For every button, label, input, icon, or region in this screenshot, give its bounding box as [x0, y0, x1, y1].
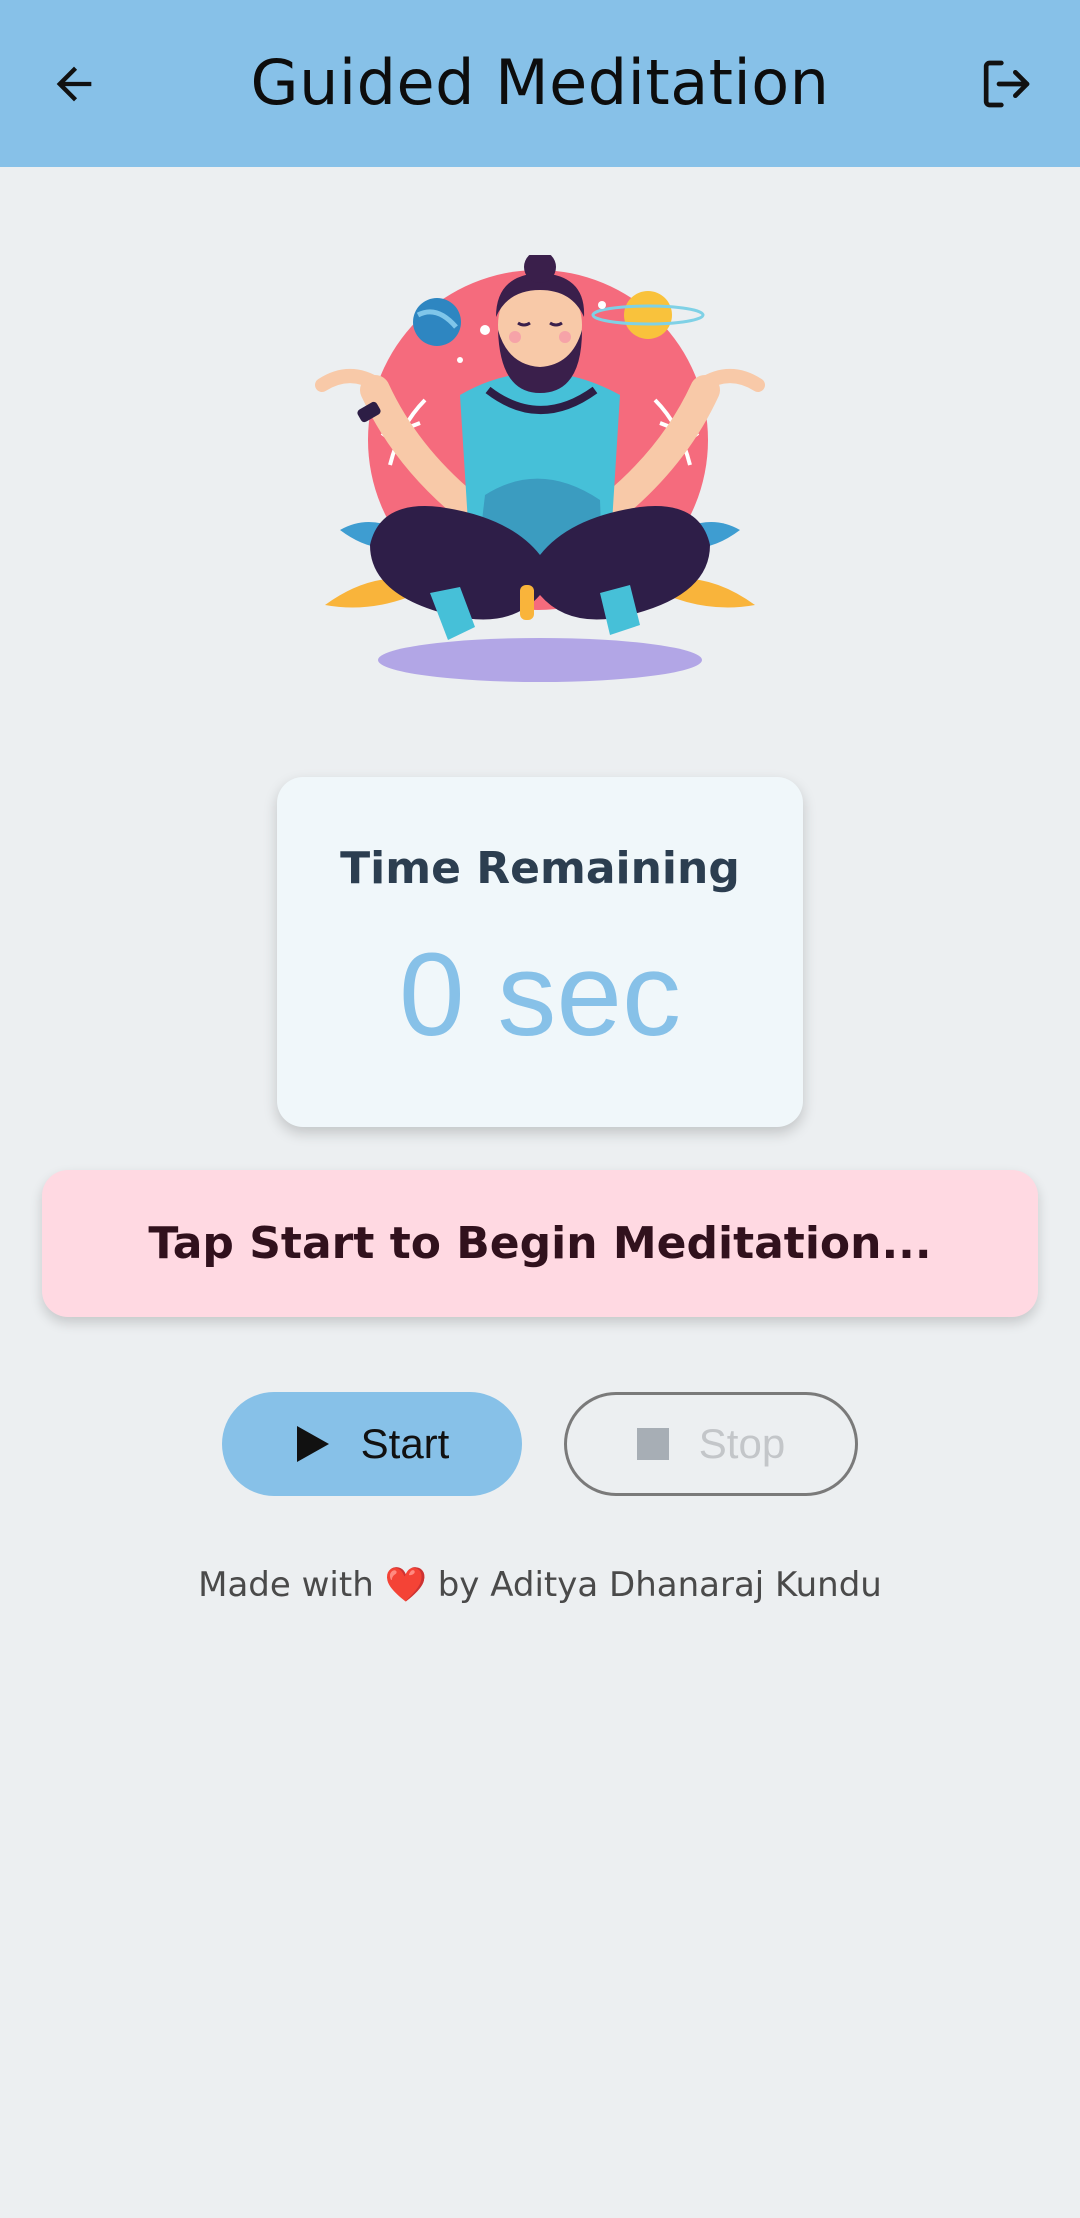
- start-button-label: Start: [360, 1420, 450, 1467]
- stop-button[interactable]: Stop: [564, 1392, 858, 1496]
- footer-credit: Made with ❤️ by Aditya Dhanaraj Kundu: [0, 1565, 1080, 1605]
- footer-suffix: by Aditya Dhanaraj Kundu: [437, 1565, 882, 1605]
- back-button[interactable]: [34, 44, 114, 124]
- arrow-left-icon: [56, 66, 92, 102]
- stop-icon: [636, 1428, 669, 1460]
- stop-button-label: Stop: [698, 1420, 786, 1467]
- start-button[interactable]: Start: [222, 1392, 522, 1496]
- meditation-screen: Guided Meditation Time Remaining 0 sec T…: [0, 0, 1080, 2218]
- timer-card: Time Remaining 0 sec: [277, 777, 803, 1127]
- timer-value: 0 sec: [398, 929, 682, 1061]
- timer-label: Time Remaining: [340, 843, 740, 894]
- status-banner: Tap Start to Begin Meditation...: [42, 1170, 1038, 1317]
- footer-prefix: Made with: [198, 1565, 374, 1605]
- app-bar: Guided Meditation: [0, 0, 1080, 167]
- heart-icon: ❤️: [384, 1565, 427, 1605]
- logout-button[interactable]: [966, 44, 1046, 124]
- status-message: Tap Start to Begin Meditation...: [148, 1218, 932, 1269]
- meditating-man-illustration: [315, 255, 765, 682]
- page-title: Guided Meditation: [250, 46, 830, 119]
- logout-icon: [983, 60, 1030, 108]
- play-icon: [295, 1424, 331, 1464]
